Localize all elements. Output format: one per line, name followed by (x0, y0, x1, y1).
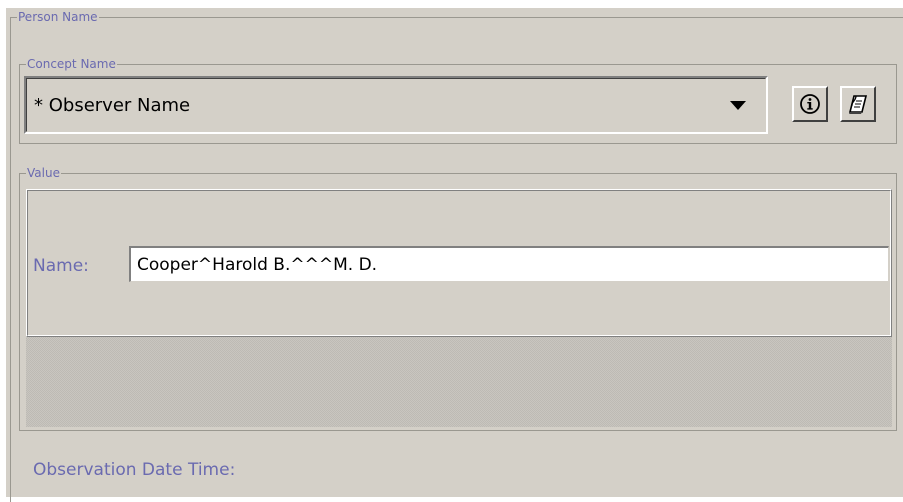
person-name-group-title: Person Name (17, 10, 99, 24)
value-empty-area (26, 337, 892, 427)
edit-note-icon (848, 95, 868, 114)
observation-date-time-label: Observation Date Time: (33, 460, 236, 480)
chevron-down-icon[interactable] (730, 101, 746, 110)
info-icon (800, 94, 820, 114)
name-label: Name: (33, 256, 89, 276)
info-button[interactable] (792, 86, 828, 122)
value-group-title: Value (26, 166, 61, 180)
edit-note-button[interactable] (840, 86, 876, 122)
concept-name-group-title: Concept Name (26, 57, 117, 71)
concept-name-selected-value: * Observer Name (34, 95, 191, 116)
name-field[interactable] (129, 246, 889, 282)
concept-name-dropdown[interactable]: * Observer Name (24, 76, 768, 134)
